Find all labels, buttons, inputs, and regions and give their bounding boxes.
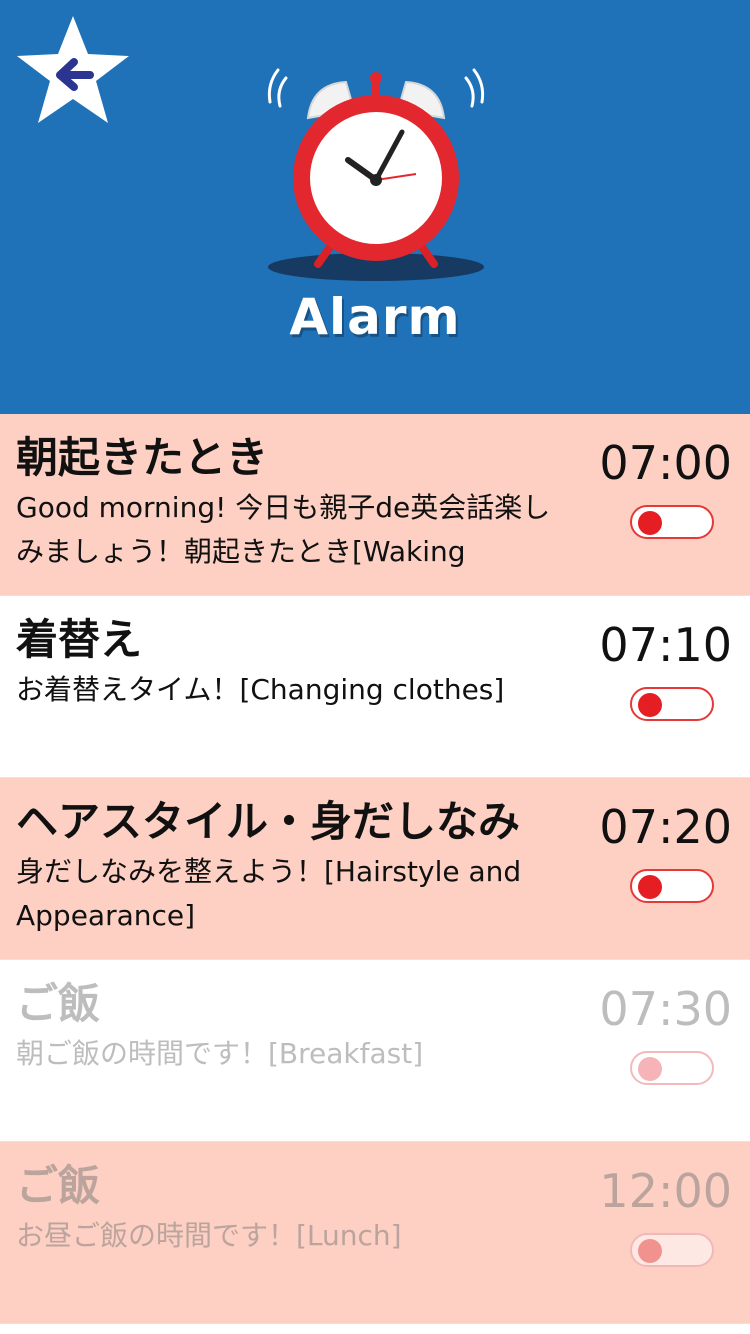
alarm-row[interactable]: 着替え お着替えタイム！[Changing clothes] 07:10 [0,596,750,778]
alarm-description: 身だしなみを整えよう！[Hairstyle and Appearance] [16,855,522,932]
alarm-toggle[interactable] [630,687,714,721]
page-title: Alarm [289,288,461,346]
toggle-knob [638,693,662,717]
toggle-knob [638,1239,662,1263]
back-button[interactable] [14,14,132,126]
alarm-time: 12:00 [599,1164,732,1218]
alarm-description: Good morning! 今日も親子de英会話楽しみましょう！朝起きたとき[W… [16,491,551,568]
alarm-row[interactable]: ご飯 朝ご飯の時間です！[Breakfast] 07:30 [0,960,750,1142]
alarm-toggle[interactable] [630,869,714,903]
alarm-title: ご飯 [16,979,101,1028]
toggle-knob [638,875,662,899]
alarm-title: 着替え [16,615,143,664]
alarm-row[interactable]: 朝起きたとき Good morning! 今日も親子de英会話楽しみましょう！朝… [0,414,750,596]
alarm-title: ご飯 [16,1161,101,1210]
alarm-time: 07:00 [599,436,732,490]
alarm-row[interactable]: ヘアスタイル・身だしなみ 身だしなみを整えよう！[Hairstyle and A… [0,778,750,960]
alarm-row[interactable]: ご飯 お昼ご飯の時間です！[Lunch] 12:00 [0,1142,750,1324]
alarm-toggle[interactable] [630,1233,714,1267]
alarm-description: お昼ご飯の時間です！[Lunch] [16,1219,402,1252]
alarm-time: 07:30 [599,982,732,1036]
alarm-time: 07:20 [599,800,732,854]
alarm-title: 朝起きたとき [16,433,269,482]
alarm-clock-icon [262,60,490,290]
alarm-list: 朝起きたとき Good morning! 今日も親子de英会話楽しみましょう！朝… [0,414,750,1324]
alarm-toggle[interactable] [630,505,714,539]
alarm-description: お着替えタイム！[Changing clothes] [16,673,505,706]
alarm-title: ヘアスタイル・身だしなみ [16,797,521,846]
alarm-description: 朝ご飯の時間です！[Breakfast] [16,1037,424,1070]
header: Alarm [0,0,750,414]
toggle-knob [638,1057,662,1081]
back-arrow-star-icon [17,16,129,123]
alarm-time: 07:10 [599,618,732,672]
alarm-toggle[interactable] [630,1051,714,1085]
toggle-knob [638,511,662,535]
